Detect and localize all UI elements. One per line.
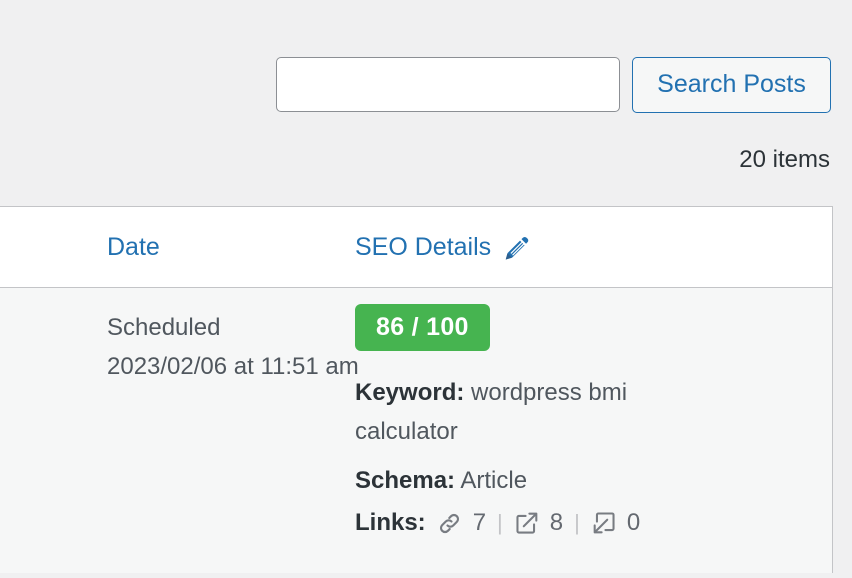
- links-separator-2: |: [574, 510, 580, 535]
- seo-score-badge: 86 / 100: [355, 304, 490, 351]
- internal-links-count: 7: [472, 509, 487, 536]
- schema-label: Schema:: [355, 467, 456, 494]
- posts-table: Date SEO Details Scheduled 2023/02/06 at…: [0, 206, 833, 573]
- links-row: Links: 7 | 8 | 0: [355, 509, 832, 537]
- column-header-seo-details: SEO Details: [345, 207, 832, 287]
- cell-seo-details: 86 / 100 Keyword: wordpress bmi calculat…: [345, 288, 832, 573]
- table-row: Scheduled 2023/02/06 at 11:51 am 86 / 10…: [0, 288, 832, 573]
- items-count-label: 20 items: [739, 146, 830, 173]
- search-input[interactable]: [276, 57, 620, 112]
- internal-links-stat[interactable]: 7: [436, 509, 486, 537]
- inbound-link-icon: [591, 510, 617, 536]
- table-header-row: Date SEO Details: [0, 207, 832, 288]
- column-header-date-link[interactable]: Date: [107, 233, 160, 262]
- search-bar: Search Posts: [0, 0, 852, 130]
- schema-row: Schema: Article: [355, 461, 675, 500]
- cell-date: Scheduled 2023/02/06 at 11:51 am: [0, 288, 359, 573]
- external-links-stat[interactable]: 8: [514, 509, 563, 537]
- column-header-date[interactable]: Date: [0, 207, 345, 287]
- inbound-links-stat[interactable]: 0: [591, 509, 640, 537]
- chain-link-icon: [436, 510, 463, 537]
- schema-value: Article: [460, 467, 528, 494]
- keyword-label: Keyword:: [355, 379, 465, 406]
- external-link-icon: [514, 510, 540, 536]
- pencil-icon[interactable]: [502, 233, 531, 262]
- column-header-seo-details-link[interactable]: SEO Details: [355, 233, 491, 262]
- date-value: 2023/02/06 at 11:51 am: [107, 353, 359, 380]
- inbound-links-count: 0: [626, 509, 641, 536]
- external-links-count: 8: [549, 509, 564, 536]
- keyword-row: Keyword: wordpress bmi calculator: [355, 373, 675, 451]
- posts-seo-screen: Search Posts 20 items Date SEO Details S…: [0, 0, 852, 578]
- date-status: Scheduled: [107, 314, 221, 341]
- search-posts-button[interactable]: Search Posts: [632, 57, 831, 113]
- links-separator: |: [497, 510, 503, 535]
- links-label: Links:: [355, 509, 426, 536]
